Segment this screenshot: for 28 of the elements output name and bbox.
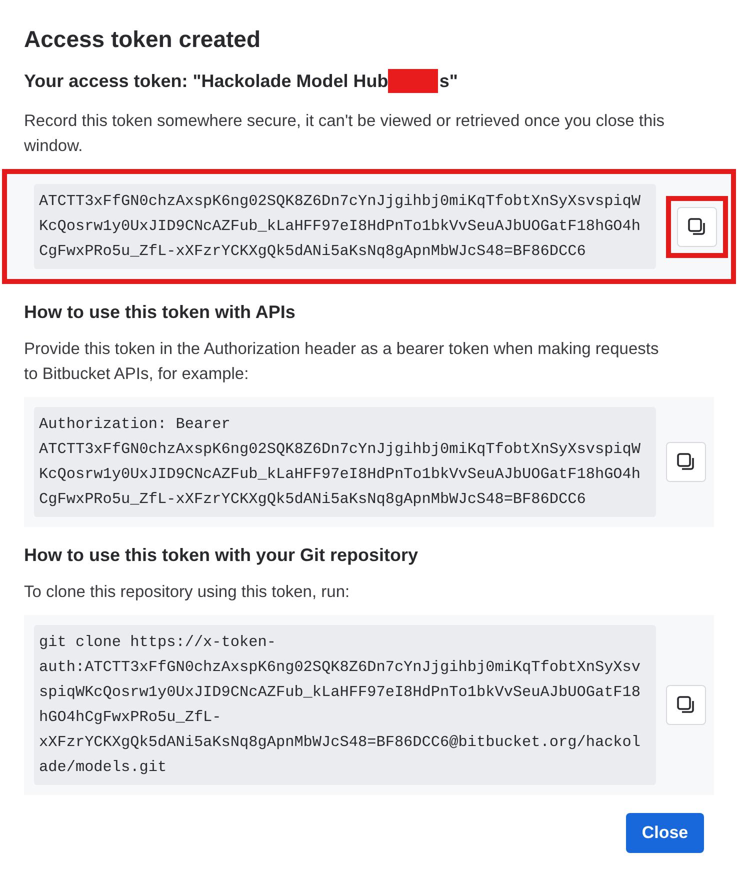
token-heading-end: s"	[439, 70, 458, 92]
copy-button[interactable]	[666, 685, 706, 725]
dialog-title: Access token created	[24, 26, 262, 53]
section-heading: How to use this token with APIs	[24, 302, 296, 323]
code-line: ade/models.git	[39, 757, 168, 778]
code-line: KcQosrw1y0UxJID9CNcAZFub_kLaHFF97eI8HdPnTo1bkVvSeuAJbUOGatF18hGO4h	[39, 464, 642, 485]
section-heading: How to use this token with your Git repository	[24, 545, 420, 566]
section-text: To clone this repository using this token, run:	[24, 582, 351, 603]
copy-icon	[676, 452, 696, 472]
code-line: ATCTT3xFfGN0chzAxspK6ng02SQK8Z6Dn7cYnJjgihbj0miKqTfobtXnSyXsvspiqW	[39, 191, 642, 212]
copy-button[interactable]	[677, 206, 717, 246]
code-line: xXFzrYCKXgQk5dANi5aKsNq8gApnMbWJcS48=BF86DCC6@bitbucket.org/hackol	[39, 732, 642, 753]
code-line: CgFwxPRo5u_ZfL-xXFzrYCKXgQk5dANi5aKsNq8gApnMbWJcS48=BF86DCC6	[39, 241, 587, 262]
code-line: hGO4hCgFwxPRo5u_ZfL-	[39, 707, 222, 728]
code-line: Authorization: Bearer	[39, 414, 232, 435]
token-heading: Your access token: "Hackolade Model Hub	[24, 70, 388, 92]
copy-icon	[687, 216, 707, 236]
section-text: Provide this token in the Authorization header as a bearer token when making requests to Bitbucket APIs, for example:	[24, 339, 660, 385]
token-note: Record this token somewhere secure, it can't be viewed or retrieved once you close this window.	[24, 111, 666, 157]
code-line: CgFwxPRo5u_ZfL-xXFzrYCKXgQk5dANi5aKsNq8gApnMbWJcS48=BF86DCC6	[39, 489, 587, 510]
close-button[interactable]: Close	[626, 813, 704, 853]
code-line: spiqWKcQosrw1y0UxJID9CNcAZFub_kLaHFF97eI8HdPnTo1bkVvSeuAJbUOGatF18	[39, 682, 642, 703]
code-line: KcQosrw1y0UxJID9CNcAZFub_kLaHFF97eI8HdPnTo1bkVvSeuAJbUOGatF18hGO4h	[39, 216, 642, 237]
code-line: auth:ATCTT3xFfGN0chzAxspK6ng02SQK8Z6Dn7cYnJjgihbj0miKqTfobtXnSyXsv	[39, 657, 642, 678]
code-line: ATCTT3xFfGN0chzAxspK6ng02SQK8Z6Dn7cYnJjgihbj0miKqTfobtXnSyXsvspiqW	[39, 439, 642, 460]
code-line: git clone https://x-token-	[39, 632, 277, 653]
copy-icon	[676, 695, 696, 715]
copy-button[interactable]	[666, 442, 706, 482]
